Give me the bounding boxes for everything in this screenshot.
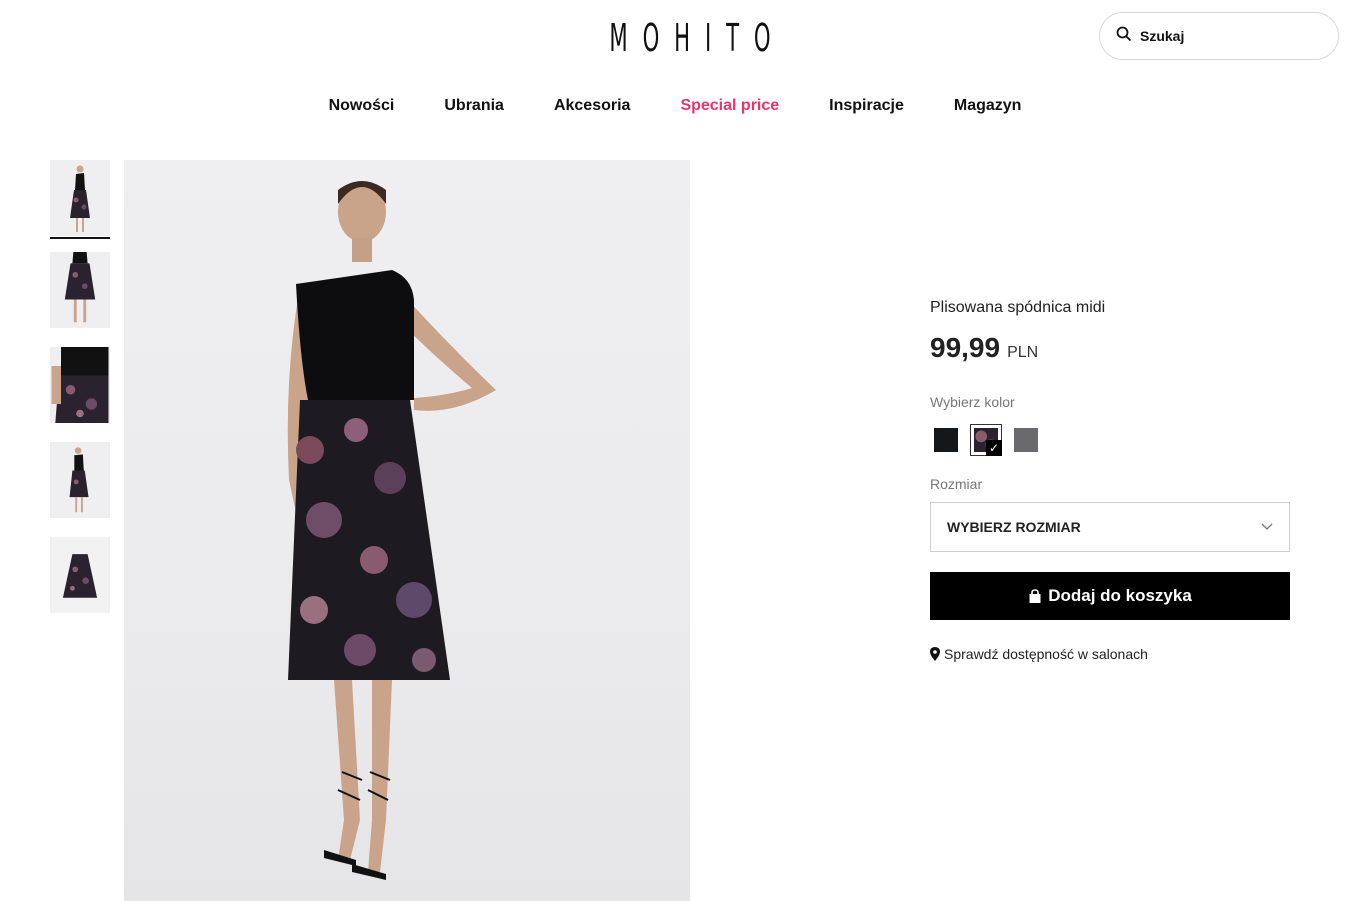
color-swatch-black[interactable]	[930, 424, 962, 456]
nav-item-inspiracje[interactable]: Inspiracje	[804, 96, 929, 116]
add-to-cart-button[interactable]: Dodaj do koszyka	[930, 572, 1290, 620]
thumbnail-3[interactable]	[50, 347, 110, 423]
active-thumbnail-indicator	[50, 237, 110, 239]
thumbnail-list	[50, 160, 110, 632]
color-swatches: ✓	[930, 424, 1290, 456]
thumbnail-1[interactable]	[50, 160, 110, 236]
main-product-image[interactable]	[124, 160, 690, 901]
price-amount: 99,99	[930, 332, 1001, 363]
search-icon	[1116, 26, 1132, 47]
nav-item-nowosci[interactable]: Nowości	[304, 96, 420, 116]
chevron-down-icon	[1261, 523, 1273, 530]
size-dropdown-value: WYBIERZ ROZMIAR	[947, 519, 1081, 535]
nav-item-special-price[interactable]: Special price	[655, 96, 804, 116]
color-swatch-grey[interactable]	[1010, 424, 1042, 456]
check-icon: ✓	[986, 440, 1002, 456]
shopping-bag-icon	[1029, 588, 1041, 603]
size-label: Rozmiar	[930, 476, 983, 492]
main-nav: Nowości Ubrania Akcesoria Special price …	[0, 96, 1350, 116]
thumbnail-2[interactable]	[50, 252, 110, 328]
product-info: Plisowana spódnica midi 99,99 PLN Wybier…	[930, 298, 1290, 662]
size-dropdown[interactable]: WYBIERZ ROZMIAR	[930, 502, 1290, 552]
nav-item-ubrania[interactable]: Ubrania	[419, 96, 529, 116]
thumbnail-4[interactable]	[50, 442, 110, 518]
color-swatch-floral-selected[interactable]: ✓	[970, 424, 1002, 456]
price-currency: PLN	[1007, 344, 1039, 361]
store-availability-link[interactable]: Sprawdź dostępność w salonach	[930, 646, 1290, 662]
nav-item-magazyn[interactable]: Magazyn	[929, 96, 1047, 116]
store-availability-label: Sprawdź dostępność w salonach	[944, 646, 1148, 662]
location-pin-icon	[930, 647, 940, 661]
product-name: Plisowana spódnica midi	[930, 299, 1106, 316]
brand-logo[interactable]: MOHITO	[609, 16, 770, 60]
product-price: 99,99 PLN	[930, 332, 1290, 364]
search-box[interactable]	[1099, 12, 1339, 60]
search-input[interactable]	[1140, 28, 1320, 44]
thumbnail-5[interactable]	[50, 537, 110, 613]
nav-item-akcesoria[interactable]: Akcesoria	[529, 96, 656, 116]
add-to-cart-label: Dodaj do koszyka	[1048, 586, 1192, 605]
color-label: Wybierz kolor	[930, 394, 1015, 410]
